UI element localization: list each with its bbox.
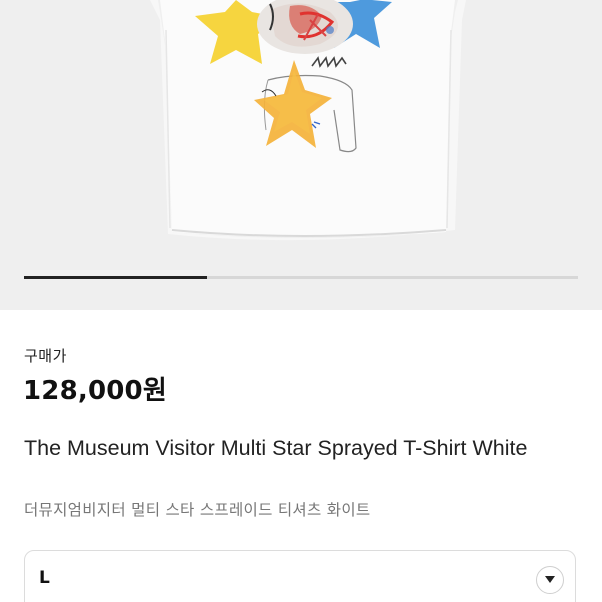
product-title: The Museum Visitor Multi Star Sprayed T-… [24,436,528,460]
product-subtitle: 더뮤지엄비지터 멀티 스타 스프레이드 티셔츠 화이트 [24,501,371,519]
size-selected-value: L [39,568,50,588]
product-image-gallery[interactable] [0,0,602,310]
product-image [150,0,466,241]
price-label: 구매가 [24,347,67,365]
product-page: 구매가 128,000원 The Museum Visitor Multi St… [0,0,602,602]
gallery-progress-indicator [24,276,207,279]
gallery-progress-bar [24,276,578,279]
chevron-down-icon[interactable] [536,566,564,594]
size-select[interactable]: L [24,550,576,602]
price-value: 128,000원 [23,376,167,406]
